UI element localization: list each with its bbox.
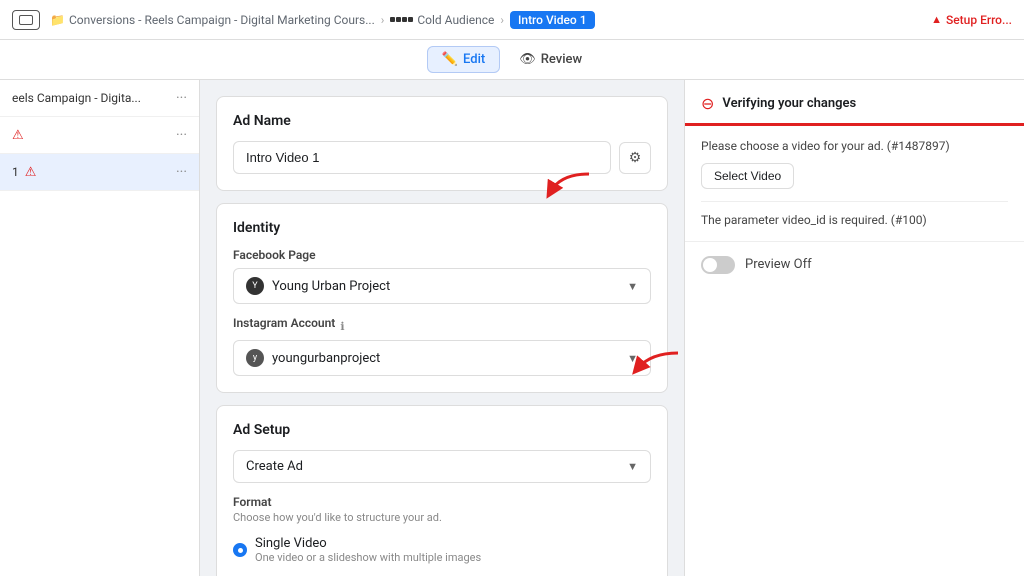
verify-body: Please choose a video for your ad. (#148…: [685, 126, 1024, 241]
breadcrumb-campaign: Conversions - Reels Campaign - Digital M…: [69, 13, 375, 27]
create-ad-value: Create Ad: [246, 459, 303, 474]
action-tabs: ✏️ Edit 👁 Review: [0, 40, 1024, 80]
ad-name-row: ⚙: [233, 141, 651, 174]
error-triangle-icon: ▲: [931, 13, 942, 26]
toggle-knob: [703, 258, 717, 272]
breadcrumb-sep-2: ›: [500, 13, 504, 27]
preview-label: Preview Off: [745, 257, 812, 272]
gear-button[interactable]: ⚙: [619, 142, 651, 174]
instagram-select-wrapper: y youngurbanproject ▼: [233, 340, 651, 376]
setup-error-badge: ▲ Setup Erro...: [931, 13, 1012, 27]
sidebar-item-1-dots[interactable]: ···: [176, 90, 187, 106]
chevron-down-icon-create: ▼: [627, 460, 638, 473]
grid-icon: [390, 17, 413, 22]
sidebar-item-1[interactable]: eels Campaign - Digita... ···: [0, 80, 199, 117]
radio-dot-inner: [238, 548, 243, 553]
facebook-page-label: Facebook Page: [233, 248, 651, 262]
sidebar-item-2[interactable]: ⚠ ···: [0, 117, 199, 154]
verify-minus-icon: ⊖: [701, 94, 714, 113]
create-ad-select[interactable]: Create Ad ▼: [233, 450, 651, 483]
single-video-text: Single Video One video or a slideshow wi…: [255, 536, 481, 564]
verify-error-message: The parameter video_id is required. (#10…: [701, 201, 1008, 229]
ad-setup-title: Ad Setup: [233, 422, 651, 438]
warning-icon-2: ⚠: [12, 128, 24, 143]
chevron-down-icon-ig: ▼: [627, 352, 638, 365]
format-desc: Choose how you'd like to structure your …: [233, 511, 651, 524]
info-icon[interactable]: ℹ: [340, 320, 344, 333]
breadcrumb: 📁 Conversions - Reels Campaign - Digital…: [50, 11, 919, 29]
single-video-desc: One video or a slideshow with multiple i…: [255, 551, 481, 564]
facebook-page-select[interactable]: Y Young Urban Project ▼: [233, 268, 651, 304]
tab-review-label: Review: [541, 52, 582, 67]
breadcrumb-folder-icon: 📁 Conversions - Reels Campaign - Digital…: [50, 13, 375, 27]
edit-icon: ✏️: [442, 52, 458, 67]
sidebar-item-1-left: eels Campaign - Digita...: [12, 91, 141, 105]
tab-edit[interactable]: ✏️ Edit: [427, 46, 500, 73]
red-arrow-1: [541, 169, 591, 203]
eye-icon: 👁: [519, 52, 536, 67]
single-video-option[interactable]: Single Video One video or a slideshow wi…: [233, 532, 651, 568]
sidebar-item-3-dots[interactable]: ···: [176, 164, 187, 180]
sidebar-item-3-left: 1 ⚠: [12, 165, 38, 180]
warning-icon-3: ⚠: [25, 165, 37, 180]
verify-header: ⊖ Verifying your changes: [685, 80, 1024, 126]
preview-toggle[interactable]: [701, 256, 735, 274]
instagram-avatar: y: [246, 349, 264, 367]
identity-title: Identity: [233, 220, 651, 236]
single-video-label: Single Video: [255, 536, 481, 551]
identity-card: Identity Facebook Page Y Young Urban Pro…: [216, 203, 668, 393]
main-content: eels Campaign - Digita... ··· ⚠ ··· 1 ⚠ …: [0, 80, 1024, 576]
select-video-button[interactable]: Select Video: [701, 163, 794, 189]
instagram-account-label-row: Instagram Account ℹ: [233, 316, 651, 336]
ad-setup-card: Ad Setup Create Ad ▼ Format Choose how y…: [216, 405, 668, 576]
format-label: Format: [233, 495, 651, 509]
sidebar-toggle[interactable]: [12, 10, 40, 30]
sidebar-item-3-label: 1: [12, 165, 19, 179]
cold-audience-label: Cold Audience: [417, 13, 494, 27]
instagram-account-label: Instagram Account: [233, 316, 335, 330]
radio-dot-single: [233, 543, 247, 557]
setup-error-label: Setup Erro...: [946, 13, 1012, 27]
right-panel: ⊖ Verifying your changes Please choose a…: [684, 80, 1024, 576]
folder-icon: 📁: [50, 13, 65, 27]
breadcrumb-sep-1: ›: [381, 13, 385, 27]
facebook-page-avatar: Y: [246, 277, 264, 295]
instagram-select-left: y youngurbanproject: [246, 349, 380, 367]
top-nav: 📁 Conversions - Reels Campaign - Digital…: [0, 0, 1024, 40]
verify-message-1: Please choose a video for your ad. (#148…: [701, 138, 1008, 155]
sidebar-item-2-left: ⚠: [12, 128, 26, 143]
breadcrumb-cold-audience: Cold Audience: [390, 13, 494, 27]
sidebar: eels Campaign - Digita... ··· ⚠ ··· 1 ⚠ …: [0, 80, 200, 576]
tab-review[interactable]: 👁 Review: [504, 46, 597, 73]
sidebar-item-3[interactable]: 1 ⚠ ···: [0, 154, 199, 191]
preview-row: Preview Off: [685, 241, 1024, 288]
sidebar-item-2-dots[interactable]: ···: [176, 127, 187, 143]
breadcrumb-intro-video: Intro Video 1: [510, 11, 595, 29]
ad-name-input[interactable]: [233, 141, 611, 174]
instagram-account-value: youngurbanproject: [272, 351, 380, 366]
tab-edit-label: Edit: [463, 52, 485, 67]
toggle-icon: [19, 15, 33, 25]
facebook-page-value: Young Urban Project: [272, 279, 390, 294]
chevron-down-icon-fb: ▼: [627, 280, 638, 293]
form-area: Ad Name ⚙: [200, 80, 684, 576]
ad-name-card: Ad Name ⚙: [216, 96, 668, 191]
ad-name-input-wrapper: ⚙: [233, 141, 651, 174]
instagram-account-select[interactable]: y youngurbanproject ▼: [233, 340, 651, 376]
ad-name-title: Ad Name: [233, 113, 651, 129]
verify-title: Verifying your changes: [722, 96, 856, 111]
sidebar-item-1-label: eels Campaign - Digita...: [12, 91, 141, 105]
facebook-page-select-left: Y Young Urban Project: [246, 277, 390, 295]
